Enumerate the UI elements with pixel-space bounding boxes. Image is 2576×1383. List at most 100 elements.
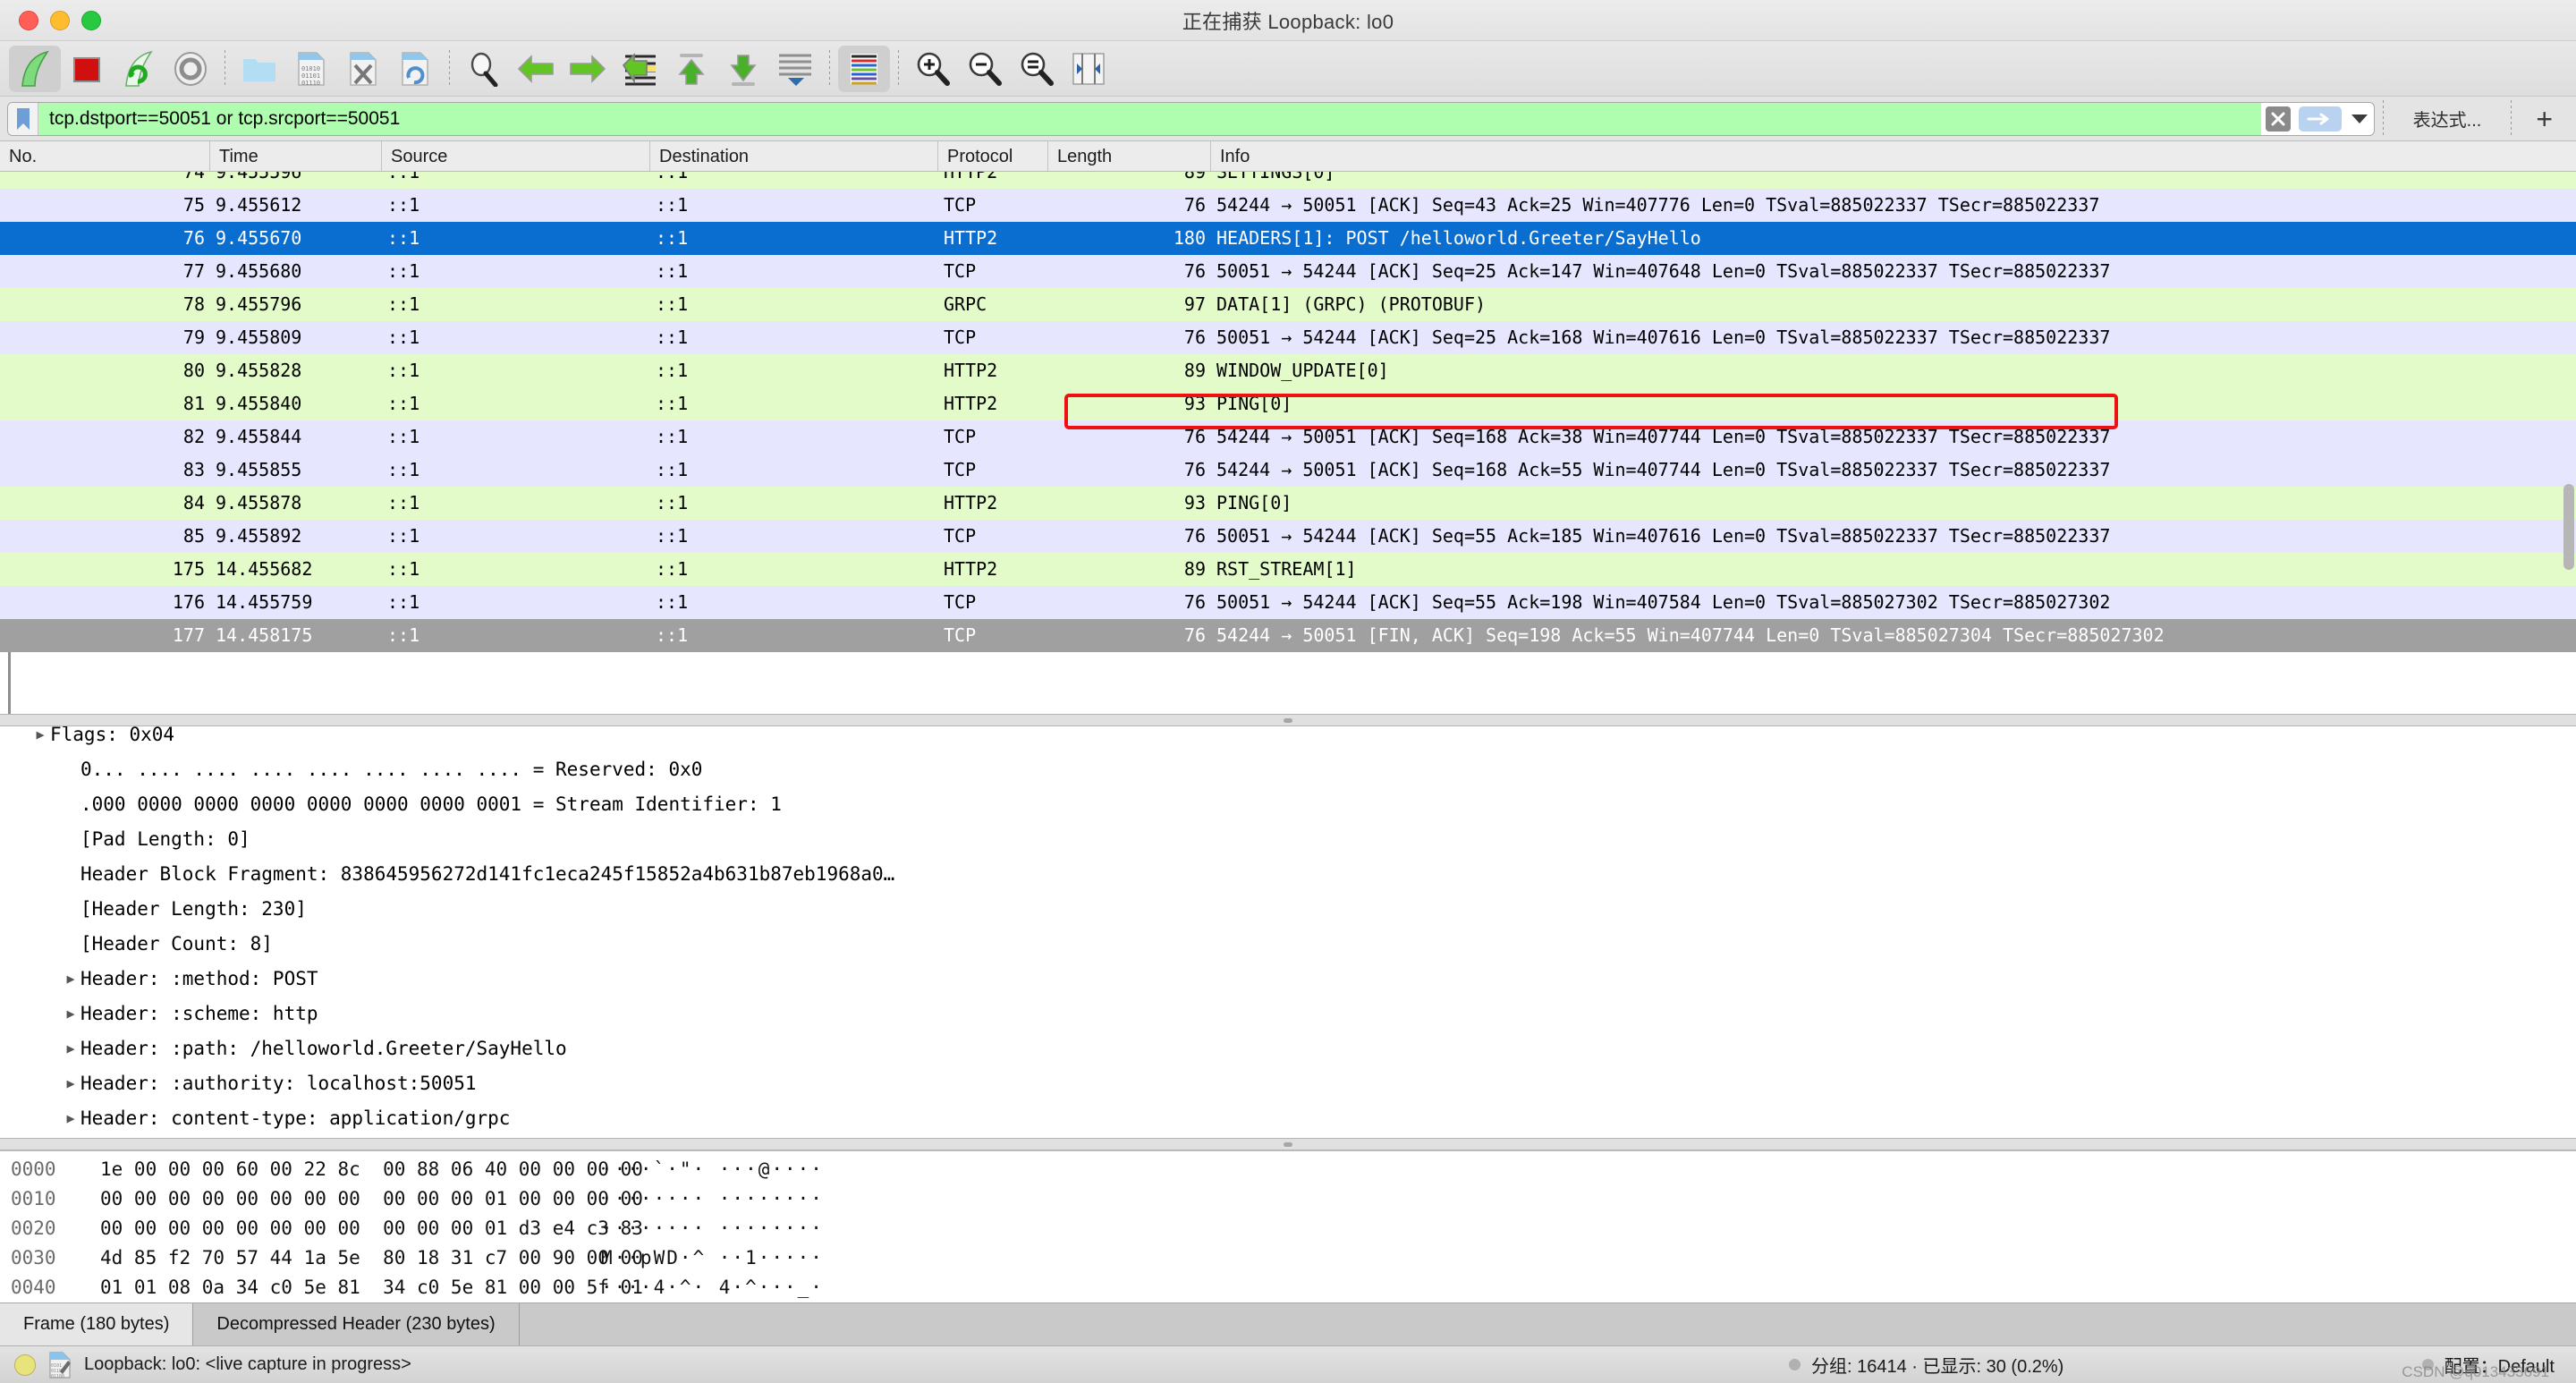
bytes-tab-1[interactable]: Decompressed Header (230 bytes) <box>193 1303 519 1345</box>
go-forward-button[interactable] <box>562 46 614 92</box>
pane-splitter-top[interactable] <box>0 714 2576 726</box>
expand-triangle-icon[interactable]: ▶ <box>61 1031 80 1066</box>
packet-list-scrollbar[interactable] <box>2562 175 2574 710</box>
detail-tree-item[interactable]: ▶.000 0000 0000 0000 0000 0000 0000 0001… <box>61 787 782 822</box>
go-to-packet-button[interactable] <box>614 46 665 92</box>
expand-triangle-icon[interactable]: ▶ <box>30 726 50 752</box>
column-header-length[interactable]: Length <box>1048 141 1211 171</box>
hex-dump-line[interactable]: 00001e 00 00 00 60 00 22 8c 00 88 06 40 … <box>0 1155 2576 1184</box>
cell-protocol: HTTP2 <box>938 487 1048 520</box>
go-to-last-button[interactable] <box>717 46 769 92</box>
filter-apply-button[interactable] <box>2295 103 2345 135</box>
cell-info: 54244 → 50051 [ACK] Seq=43 Ack=25 Win=40… <box>1211 189 2576 222</box>
detail-tree-item[interactable]: ▶Header: user-agent: grpc-go/1.51.0-dev <box>61 1136 510 1138</box>
zoom-out-icon <box>966 50 1004 88</box>
detail-tree-item[interactable]: ▶Header: :authority: localhost:50051 <box>61 1066 477 1101</box>
table-row[interactable]: 17614.455759::1::1TCP7650051 → 54244 [AC… <box>0 586 2576 619</box>
filter-clear-button[interactable] <box>2261 103 2295 135</box>
detail-item-label: Header: user-agent: grpc-go/1.51.0-dev <box>80 1136 510 1138</box>
filter-history-button[interactable] <box>2345 106 2374 132</box>
auto-scroll-button[interactable] <box>769 46 821 92</box>
capture-options-button[interactable] <box>165 46 216 92</box>
detail-item-label: Header: content-type: application/grpc <box>80 1101 510 1136</box>
column-header-destination[interactable]: Destination <box>650 141 938 171</box>
cell-destination: ::1 <box>650 189 938 222</box>
column-header-info[interactable]: Info <box>1211 141 2576 171</box>
save-document-icon: 01010 01101 01110 <box>296 51 326 87</box>
restart-capture-button[interactable] <box>113 46 165 92</box>
table-row[interactable]: 17514.455682::1::1HTTP289RST_STREAM[1] <box>0 553 2576 586</box>
column-header-source[interactable]: Source <box>382 141 650 171</box>
table-row[interactable]: 749.455596::1::1HTTP289SETTINGS[0] <box>0 172 2576 189</box>
table-row[interactable]: 769.455670::1::1HTTP2180HEADERS[1]: POST… <box>0 222 2576 255</box>
expert-info-icon[interactable] <box>14 1354 36 1376</box>
table-row[interactable]: 799.455809::1::1TCP7650051 → 54244 [ACK]… <box>0 321 2576 354</box>
detail-tree-item[interactable]: ▶Header: :method: POST <box>61 962 318 997</box>
hex-dump-line[interactable]: 002000 00 00 00 00 00 00 00 00 00 00 01 … <box>0 1214 2576 1243</box>
detail-tree-item[interactable]: ▶[Header Count: 8] <box>61 927 273 962</box>
hex-bytes: 4d 85 f2 70 57 44 1a 5e 80 18 31 c7 00 9… <box>100 1243 601 1273</box>
stop-capture-button[interactable] <box>61 46 113 92</box>
filter-bookmark-button[interactable] <box>8 103 38 135</box>
table-row[interactable]: 17714.458175::1::1TCP7654244 → 50051 [FI… <box>0 619 2576 652</box>
detail-tree-item[interactable]: ▶Header: :path: /helloworld.Greeter/SayH… <box>61 1031 567 1066</box>
find-packet-button[interactable] <box>458 46 510 92</box>
close-file-button[interactable] <box>337 46 389 92</box>
expand-triangle-icon[interactable]: ▶ <box>61 962 80 997</box>
table-row[interactable]: 859.455892::1::1TCP7650051 → 54244 [ACK]… <box>0 520 2576 553</box>
column-header-time[interactable]: Time <box>210 141 382 171</box>
table-row[interactable]: 779.455680::1::1TCP7650051 → 54244 [ACK]… <box>0 255 2576 288</box>
pane-splitter-bottom[interactable] <box>0 1138 2576 1150</box>
expand-triangle-icon[interactable]: ▶ <box>61 1066 80 1101</box>
table-row[interactable]: 849.455878::1::1HTTP293PING[0] <box>0 487 2576 520</box>
packet-list-scroll-thumb[interactable] <box>2563 484 2574 570</box>
zoom-in-button[interactable] <box>907 46 959 92</box>
table-row[interactable]: 819.455840::1::1HTTP293PING[0] <box>0 387 2576 420</box>
bytes-tab-0[interactable]: Frame (180 bytes) <box>0 1303 193 1345</box>
open-file-button[interactable] <box>233 46 285 92</box>
detail-tree-item[interactable]: ▶Header: content-type: application/grpc <box>61 1101 510 1136</box>
zoom-reset-button[interactable] <box>1011 46 1063 92</box>
save-file-button[interactable]: 01010 01101 01110 <box>285 46 337 92</box>
resize-columns-button[interactable] <box>1063 46 1114 92</box>
expand-triangle-icon[interactable]: ▶ <box>61 997 80 1031</box>
display-filter-input-wrap[interactable]: tcp.dstport==50051 or tcp.srcport==50051 <box>7 102 2375 136</box>
zoom-out-button[interactable] <box>959 46 1011 92</box>
cell-length: 93 <box>1048 487 1211 520</box>
table-row[interactable]: 809.455828::1::1HTTP289WINDOW_UPDATE[0] <box>0 354 2576 387</box>
hex-dump-line[interactable]: 001000 00 00 00 00 00 00 00 00 00 00 01 … <box>0 1184 2576 1214</box>
capture-file-icon[interactable]: 0101 0110 01100 <box>48 1352 72 1379</box>
hex-bytes: 00 00 00 00 00 00 00 00 00 00 00 01 d3 e… <box>100 1214 601 1243</box>
detail-tree-item[interactable]: ▶0... .... .... .... .... .... .... ....… <box>61 752 702 787</box>
cell-info: 54244 → 50051 [ACK] Seq=168 Ack=38 Win=4… <box>1211 420 2576 454</box>
reload-file-button[interactable] <box>389 46 441 92</box>
column-header-protocol[interactable]: Protocol <box>938 141 1048 171</box>
colorize-button[interactable] <box>838 46 890 92</box>
cell-protocol: GRPC <box>938 288 1048 321</box>
detail-tree-item[interactable]: ▶Header Block Fragment: 838645956272d141… <box>61 857 894 892</box>
expand-triangle-icon[interactable]: ▶ <box>61 1101 80 1136</box>
start-capture-button[interactable] <box>9 46 61 92</box>
detail-tree-item[interactable]: ▶Header: :scheme: http <box>61 997 318 1031</box>
go-to-first-button[interactable] <box>665 46 717 92</box>
detail-tree-item[interactable]: ▶[Pad Length: 0] <box>61 822 250 857</box>
display-filter-input[interactable]: tcp.dstport==50051 or tcp.srcport==50051 <box>38 103 2261 135</box>
hex-dump-line[interactable]: 00304d 85 f2 70 57 44 1a 5e 80 18 31 c7 … <box>0 1243 2576 1273</box>
cell-no: 79 <box>0 321 210 354</box>
expand-triangle-icon[interactable]: ▶ <box>61 1136 80 1138</box>
cell-source: ::1 <box>382 520 650 553</box>
column-header-no[interactable]: No. <box>0 141 210 171</box>
detail-tree-item[interactable]: ▶Flags: 0x04 <box>30 726 174 752</box>
packet-list-rows[interactable]: 749.455596::1::1HTTP289SETTINGS[0]759.45… <box>0 172 2576 714</box>
detail-tree-item[interactable]: ▶[Header Length: 230] <box>61 892 307 927</box>
table-row[interactable]: 829.455844::1::1TCP7654244 → 50051 [ACK]… <box>0 420 2576 454</box>
packet-bytes-pane[interactable]: 00001e 00 00 00 60 00 22 8c 00 88 06 40 … <box>0 1150 2576 1302</box>
table-row[interactable]: 839.455855::1::1TCP7654244 → 50051 [ACK]… <box>0 454 2576 487</box>
packet-detail-pane[interactable]: ▶Flags: 0x04▶0... .... .... .... .... ..… <box>0 726 2576 1138</box>
go-back-button[interactable] <box>510 46 562 92</box>
hex-dump-line[interactable]: 004001 01 08 0a 34 c0 5e 81 34 c0 5e 81 … <box>0 1273 2576 1302</box>
add-filter-button[interactable]: + <box>2520 105 2569 133</box>
table-row[interactable]: 759.455612::1::1TCP7654244 → 50051 [ACK]… <box>0 189 2576 222</box>
table-row[interactable]: 789.455796::1::1GRPC97DATA[1] (GRPC) (PR… <box>0 288 2576 321</box>
filter-expression-button[interactable]: 表达式... <box>2392 106 2504 132</box>
